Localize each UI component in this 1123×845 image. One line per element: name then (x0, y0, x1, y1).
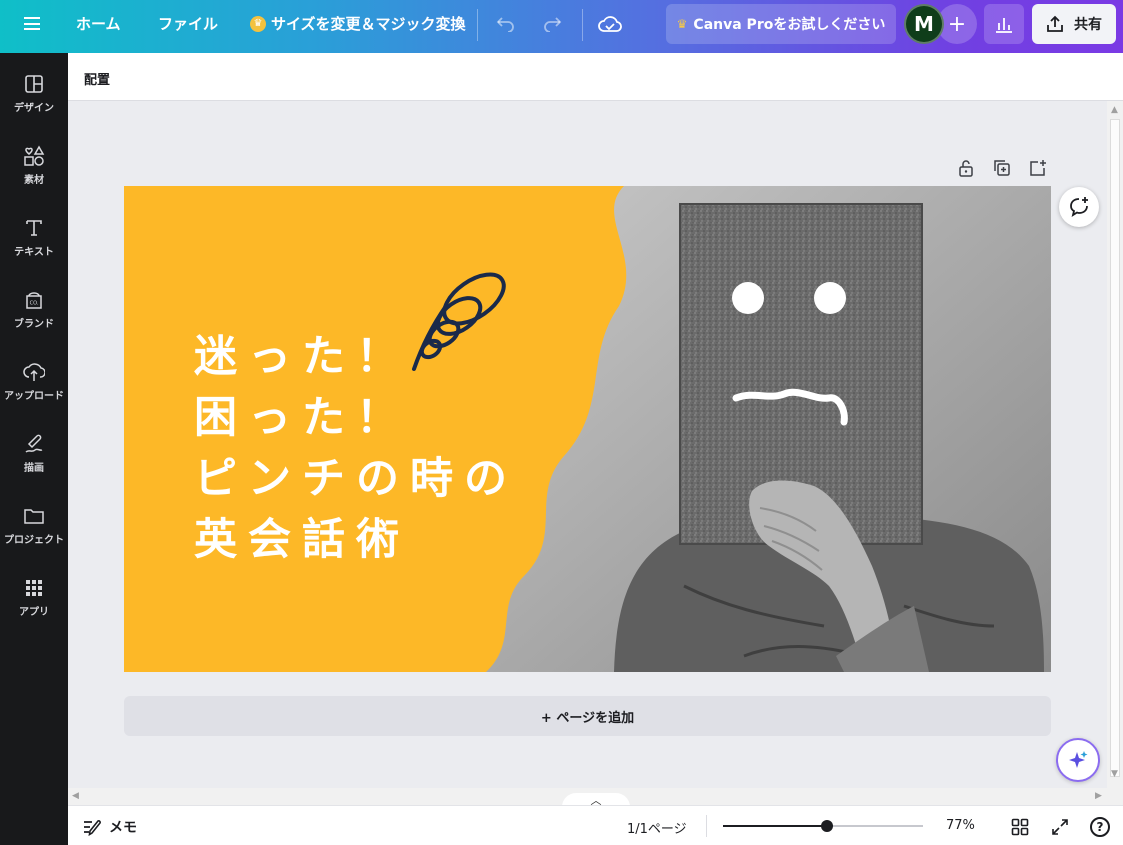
sidebar-label: デザイン (14, 103, 54, 114)
divider (706, 815, 707, 837)
zoom-slider-knob[interactable] (821, 820, 833, 832)
try-pro-button[interactable]: ♛ Canva Proをお試しください (666, 4, 896, 44)
crown-icon: ♛ (676, 17, 688, 31)
context-toolbar: 配置 (68, 53, 1123, 101)
title-line-4[interactable]: 英会話術 (194, 519, 410, 562)
insights-button[interactable] (984, 4, 1024, 44)
crown-icon: ♛ (250, 15, 266, 32)
cloud-check-icon (598, 16, 622, 32)
help-button[interactable]: ? (1089, 816, 1111, 838)
file-menu-button[interactable]: ファイル (158, 0, 218, 47)
resize-button[interactable]: ♛ サイズを変更＆マジック変換 (250, 0, 466, 47)
sidebar-label: アプリ (19, 607, 49, 618)
zoom-slider-fill (723, 825, 827, 827)
avatar[interactable]: M (904, 4, 944, 44)
title-line-3[interactable]: ピンチの時の (194, 458, 518, 501)
redo-button[interactable] (534, 8, 570, 40)
fullscreen-button[interactable] (1049, 816, 1071, 838)
top-bar: ホーム ファイル ♛ サイズを変更＆マジック変換 ♛ Canva Proをお試し… (0, 0, 1123, 53)
scroll-left-arrow[interactable]: ◀ (72, 791, 79, 801)
expand-icon (1052, 819, 1068, 835)
notes-label: メモ (109, 820, 137, 836)
comment-plus-icon (1070, 197, 1088, 217)
share-button[interactable]: 共有 (1032, 4, 1116, 44)
design-page[interactable]: 迷った！ 困った！ ピンチの時の 英会話術 (124, 186, 1051, 672)
page-count[interactable]: 1/1ページ (627, 818, 687, 837)
elements-icon (23, 145, 45, 167)
undo-button[interactable] (488, 8, 524, 40)
zoom-level[interactable]: 77% (946, 818, 975, 833)
position-button[interactable]: 配置 (84, 69, 110, 88)
share-icon (1047, 15, 1063, 32)
title-line-1[interactable]: 迷った！ (194, 336, 410, 379)
text-icon (23, 217, 45, 239)
sidebar-label: ブランド (14, 319, 54, 330)
hamburger-icon (24, 17, 40, 30)
page-tools (955, 157, 1049, 179)
duplicate-icon (994, 160, 1010, 176)
bottom-bar: メモ 1/1ページ 77% ? (68, 805, 1123, 845)
resize-label: サイズを変更＆マジック変換 (271, 15, 466, 33)
zoom-slider[interactable] (723, 820, 923, 832)
sparkle-icon (1069, 751, 1088, 768)
scroll-down-arrow[interactable]: ▼ (1111, 769, 1118, 779)
bar-chart-icon (996, 18, 1012, 33)
divider (477, 9, 478, 41)
add-page-button[interactable] (1027, 157, 1049, 179)
lock-page-button[interactable] (955, 157, 977, 179)
sidebar-item-projects[interactable]: プロジェクト (0, 499, 68, 563)
sidebar-item-upload[interactable]: アップロード (0, 355, 68, 419)
redo-icon (544, 17, 562, 32)
brand-icon: CO. (23, 289, 45, 311)
sidebar-label: プロジェクト (4, 535, 64, 546)
title-line-2[interactable]: 困った！ (194, 397, 410, 440)
plus-icon: + (947, 11, 967, 37)
draw-icon (23, 433, 45, 455)
sidebar-item-apps[interactable]: アプリ (0, 571, 68, 635)
duplicate-page-button[interactable] (991, 157, 1013, 179)
undo-icon (496, 17, 514, 32)
grid-view-icon (1011, 818, 1029, 836)
upload-icon (23, 361, 45, 383)
share-label: 共有 (1074, 17, 1102, 33)
magic-assistant-button[interactable] (1056, 738, 1100, 782)
left-sidebar: デザイン 素材 テキスト CO. ブランド アップロード 描画 プロジェクト ア (0, 53, 68, 845)
help-icon: ? (1090, 817, 1110, 837)
scroll-right-arrow[interactable]: ▶ (1095, 791, 1102, 801)
divider (582, 9, 583, 41)
add-page-bar[interactable]: + ページを追加 (124, 696, 1051, 736)
sidebar-item-design[interactable]: デザイン (0, 67, 68, 131)
sidebar-item-brand[interactable]: CO. ブランド (0, 283, 68, 347)
add-page-icon (1030, 160, 1046, 176)
svg-text:CO.: CO. (30, 301, 39, 307)
add-comment-button[interactable] (1059, 187, 1099, 227)
main-menu-button[interactable] (14, 0, 50, 47)
sidebar-label: 素材 (24, 175, 44, 186)
vertical-scrollbar[interactable]: ▲ ▼ (1107, 101, 1123, 805)
home-button[interactable]: ホーム (76, 0, 121, 47)
folder-icon (23, 505, 45, 527)
save-status-button[interactable] (592, 8, 628, 40)
notes-icon (84, 820, 101, 836)
scroll-up-arrow[interactable]: ▲ (1111, 105, 1118, 115)
try-pro-label: Canva Proをお試しください (693, 17, 886, 33)
sidebar-label: テキスト (14, 247, 54, 258)
scroll-thumb[interactable] (1110, 119, 1120, 777)
apps-icon (23, 577, 45, 599)
layout-icon (23, 73, 45, 95)
sidebar-item-text[interactable]: テキスト (0, 211, 68, 275)
sidebar-label: 描画 (24, 463, 44, 474)
sidebar-item-draw[interactable]: 描画 (0, 427, 68, 491)
sidebar-label: アップロード (4, 391, 64, 402)
grid-view-button[interactable] (1009, 816, 1031, 838)
lock-icon (959, 160, 973, 177)
notes-button[interactable]: メモ (83, 817, 137, 837)
sidebar-item-elements[interactable]: 素材 (0, 139, 68, 203)
canva-editor: ホーム ファイル ♛ サイズを変更＆マジック変換 ♛ Canva Proをお試し… (0, 0, 1123, 845)
